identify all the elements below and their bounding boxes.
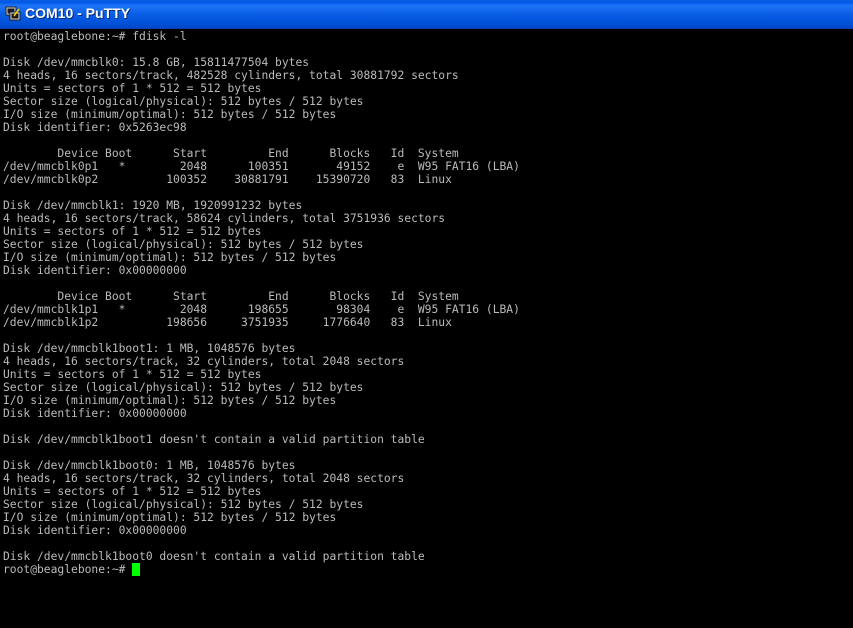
terminal-line: I/O size (minimum/optimal): 512 bytes / … xyxy=(3,108,337,121)
terminal-line: Sector size (logical/physical): 512 byte… xyxy=(3,381,364,394)
terminal-line: Units = sectors of 1 * 512 = 512 bytes xyxy=(3,368,262,381)
terminal-line: Disk /dev/mmcblk0: 15.8 GB, 15811477504 … xyxy=(3,56,310,69)
terminal-screen[interactable]: root@beaglebone:~# fdisk -l Disk /dev/mmc… xyxy=(0,29,853,628)
window-title: COM10 - PuTTY xyxy=(25,5,131,21)
terminal-line: Disk identifier: 0x5263ec98 xyxy=(3,121,187,134)
terminal-line: 4 heads, 16 sectors/track, 32 cylinders,… xyxy=(3,472,405,485)
terminal-line: Disk /dev/mmcblk1boot0 doesn't contain a… xyxy=(3,550,425,563)
text-cursor xyxy=(132,563,141,576)
terminal-line: Units = sectors of 1 * 512 = 512 bytes xyxy=(3,485,262,498)
terminal-line: Disk /dev/mmcblk1boot1 doesn't contain a… xyxy=(3,433,425,446)
title-bar[interactable]: COM10 - PuTTY xyxy=(0,0,853,29)
shell-prompt: root@beaglebone:~# xyxy=(3,563,133,576)
terminal-line: Sector size (logical/physical): 512 byte… xyxy=(3,238,364,251)
terminal-line: I/O size (minimum/optimal): 512 bytes / … xyxy=(3,394,337,407)
terminal-line: root@beaglebone:~# fdisk -l xyxy=(3,30,187,43)
terminal-line: /dev/mmcblk1p1 * 2048 198655 98304 e W95… xyxy=(3,303,520,316)
terminal-line: /dev/mmcblk0p2 100352 30881791 15390720 … xyxy=(3,173,452,186)
terminal-line: Units = sectors of 1 * 512 = 512 bytes xyxy=(3,82,262,95)
terminal-line: Sector size (logical/physical): 512 byte… xyxy=(3,95,364,108)
terminal-line: Device Boot Start End Blocks Id System xyxy=(3,290,459,303)
terminal-line: 4 heads, 16 sectors/track, 482528 cylind… xyxy=(3,69,459,82)
terminal-line: Disk identifier: 0x00000000 xyxy=(3,264,187,277)
terminal-line: 4 heads, 16 sectors/track, 58624 cylinde… xyxy=(3,212,446,225)
terminal-line: Disk /dev/mmcblk1: 1920 MB, 1920991232 b… xyxy=(3,199,303,212)
terminal-line: Units = sectors of 1 * 512 = 512 bytes xyxy=(3,225,262,238)
terminal-line: Device Boot Start End Blocks Id System xyxy=(3,147,459,160)
putty-window: COM10 - PuTTY root@beaglebone:~# fdisk -… xyxy=(0,0,853,628)
terminal-line: I/O size (minimum/optimal): 512 bytes / … xyxy=(3,251,337,264)
terminal-line: Disk identifier: 0x00000000 xyxy=(3,407,187,420)
terminal-line: /dev/mmcblk0p1 * 2048 100351 49152 e W95… xyxy=(3,160,520,173)
terminal-line: Disk /dev/mmcblk1boot1: 1 MB, 1048576 by… xyxy=(3,342,296,355)
terminal-line: /dev/mmcblk1p2 198656 3751935 1776640 83… xyxy=(3,316,452,329)
putty-terminal-icon[interactable] xyxy=(5,6,21,22)
terminal-line: 4 heads, 16 sectors/track, 32 cylinders,… xyxy=(3,355,405,368)
terminal-line: Disk identifier: 0x00000000 xyxy=(3,524,187,537)
terminal-line: Disk /dev/mmcblk1boot0: 1 MB, 1048576 by… xyxy=(3,459,296,472)
terminal-line: Sector size (logical/physical): 512 byte… xyxy=(3,498,364,511)
terminal-prompt-line: root@beaglebone:~# xyxy=(3,563,853,576)
terminal-line: I/O size (minimum/optimal): 512 bytes / … xyxy=(3,511,337,524)
